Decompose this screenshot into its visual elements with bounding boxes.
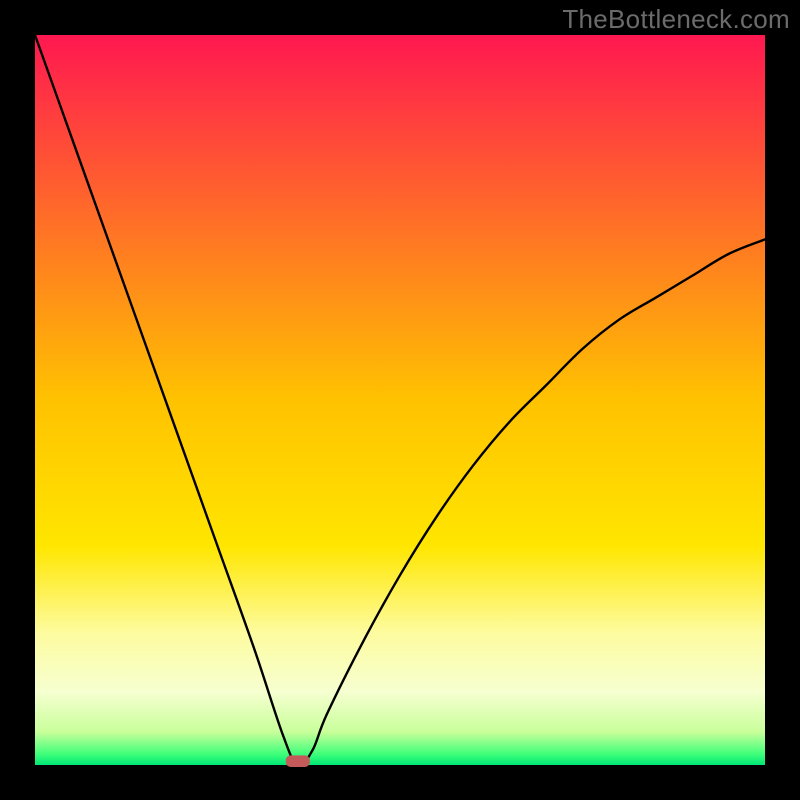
chart-stage: TheBottleneck.com — [0, 0, 800, 800]
bottleneck-chart — [0, 0, 800, 800]
optimal-marker — [286, 755, 310, 767]
chart-background — [35, 35, 765, 765]
watermark-text: TheBottleneck.com — [562, 4, 790, 35]
